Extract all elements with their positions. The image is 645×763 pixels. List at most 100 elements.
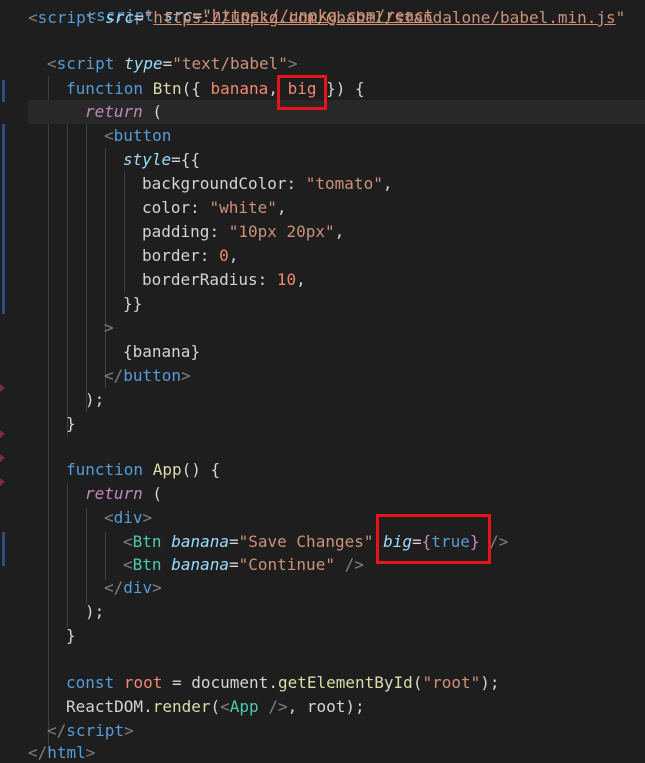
code-line-4: function Btn({ banana, big }) { [66, 77, 365, 101]
token: document [191, 673, 269, 692]
token: < [47, 54, 57, 73]
token: </ [28, 743, 48, 762]
token: ({ [181, 79, 211, 98]
token: = [133, 8, 144, 27]
token: ); [85, 390, 105, 409]
code-line-5: return ( [85, 100, 162, 124]
token: /> [479, 532, 509, 551]
token: < [104, 126, 114, 145]
token: { [123, 342, 133, 361]
token: </ [104, 578, 124, 597]
token: , [296, 270, 306, 289]
code-line-12: borderRadius: 10, [142, 268, 306, 292]
token: ( [210, 697, 221, 716]
token: button [113, 126, 172, 145]
token: padding [142, 222, 210, 241]
token: div [123, 578, 153, 597]
token: > [181, 366, 191, 385]
code-line-8: backgroundColor: "tomato", [142, 172, 392, 196]
token: "Continue" [238, 555, 335, 574]
token: , [268, 79, 288, 98]
token: () { [181, 460, 221, 479]
code-line-27: } [66, 624, 76, 648]
token: 10 [276, 270, 297, 289]
token: ReactDOM [66, 697, 144, 716]
token: ( [412, 673, 423, 692]
token: Btn [152, 79, 182, 98]
deleted-line-marker [0, 478, 5, 486]
token: : [199, 246, 220, 265]
token: = [162, 54, 173, 73]
token: > [152, 578, 162, 597]
token: 0 [219, 246, 229, 265]
token: /> [258, 697, 288, 716]
token: , [228, 246, 239, 265]
token: > [142, 508, 153, 527]
token: > [124, 721, 134, 740]
token: < [123, 555, 133, 574]
token: "white" [209, 198, 277, 217]
token: Btn [132, 555, 162, 574]
token: : [257, 270, 277, 289]
token: Btn [132, 532, 162, 551]
token: render [152, 697, 211, 716]
token: /> [334, 555, 364, 574]
token: = [228, 532, 239, 551]
token: type [124, 54, 163, 73]
deleted-line-marker [0, 430, 5, 438]
token: ( [142, 102, 163, 121]
code-line-13: }} [123, 292, 142, 316]
token: ); [85, 602, 105, 621]
token: function [66, 460, 144, 479]
code-editor[interactable]: <script src="https://unpkg.com/react <sc… [0, 0, 645, 763]
token: function [66, 79, 144, 98]
token: ); [480, 673, 500, 692]
token: html [47, 743, 86, 762]
token: script [37, 8, 96, 27]
token: App [152, 460, 182, 479]
editor-gutter [0, 0, 8, 763]
token: </ [47, 721, 67, 740]
code-line-23: <Btn banana="Save Changes" big={true} /> [123, 530, 508, 554]
code-line-30: ReactDOM.render(<App />, root); [66, 695, 365, 719]
token: = [162, 673, 192, 692]
indent-guide [105, 532, 106, 580]
token: return [85, 102, 143, 121]
token: color [142, 198, 191, 217]
token: getElementById [277, 673, 413, 692]
token: > [85, 743, 96, 762]
code-line-29: const root = document.getElementById("ro… [66, 671, 500, 695]
token: </ [104, 366, 124, 385]
token: < [104, 508, 114, 527]
token: banana [132, 342, 191, 361]
token: border [142, 246, 200, 265]
token: < [123, 532, 133, 551]
url-link[interactable]: https://unpkg.com/@babel/standalone/babe… [153, 8, 615, 27]
git-change-marker [2, 532, 5, 566]
code-line-21: return ( [85, 482, 162, 506]
code-line-22: <div> [104, 506, 152, 530]
code-line-15: {banana} [123, 340, 200, 364]
token: : [286, 174, 306, 193]
indent-guide [86, 124, 87, 412]
token: "root" [422, 673, 481, 692]
code-line-10: padding: "10px 20px", [142, 220, 344, 244]
code-line-18: } [66, 412, 76, 436]
token: : [190, 198, 210, 217]
token: > [287, 54, 298, 73]
token: big [383, 532, 413, 551]
token: , [334, 222, 345, 241]
code-line-7: style={{ [123, 148, 200, 172]
token: }) { [316, 79, 365, 98]
indent-guide [86, 508, 87, 604]
token: ={{ [171, 150, 201, 169]
token: button [123, 366, 182, 385]
token: , [382, 174, 393, 193]
code-line-6: <button [104, 124, 171, 148]
code-line-1: <script src="https://unpkg.com/@babel/st… [28, 6, 625, 30]
token: } [190, 342, 201, 361]
token: , root); [287, 697, 365, 716]
token: style [123, 150, 172, 169]
indent-guide [67, 484, 68, 628]
token: = [228, 555, 239, 574]
